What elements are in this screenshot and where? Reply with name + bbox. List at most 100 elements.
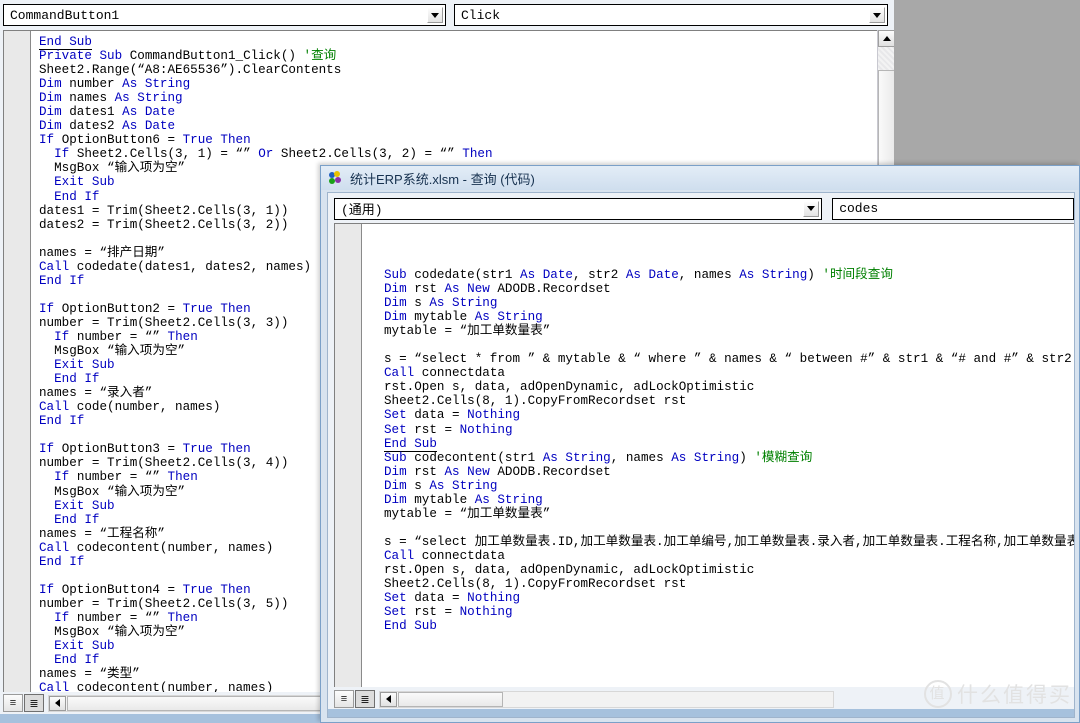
chevron-down-icon[interactable] xyxy=(869,7,885,23)
code-token: Call xyxy=(39,259,77,274)
code-token: If xyxy=(39,442,62,457)
watermark: 值 什么值得买 xyxy=(924,679,1072,709)
code-token: MsgBox “输入项为空” xyxy=(54,161,186,176)
code-line: If Sheet2.Cells(3, 1) = “” Or Sheet2.Cel… xyxy=(39,147,891,161)
code-token: OptionButton4 = xyxy=(61,582,183,597)
code-token: Set xyxy=(384,605,415,620)
code-token: OptionButton6 = xyxy=(61,133,183,148)
code-token: End If xyxy=(54,653,100,668)
front-object-combo[interactable]: (通用) xyxy=(334,197,823,220)
code-token: code(number, names) xyxy=(76,400,221,415)
full-module-view-icon[interactable]: ≣ xyxy=(24,694,44,712)
code-token: mytable xyxy=(414,492,475,507)
code-token: End Sub xyxy=(384,619,437,634)
code-token: Nothing xyxy=(467,408,521,423)
code-token: Dim xyxy=(39,91,70,106)
code-token: Sheet2.Cells(8, 1).CopyFromRecordset rst xyxy=(384,577,687,592)
margin-indicator-bar[interactable] xyxy=(335,224,362,687)
code-token: Or xyxy=(258,147,281,162)
query-code-window[interactable]: 统计ERP系统.xlsm - 查询 (代码) (通用) codes Sub co… xyxy=(320,165,1080,723)
h-scroll-thumb[interactable] xyxy=(398,691,503,707)
front-procedure-combo[interactable]: codes xyxy=(832,197,1074,220)
triangle-left-icon[interactable] xyxy=(380,691,397,707)
code-token: As String xyxy=(122,77,191,92)
code-token: Call xyxy=(39,540,77,555)
watermark-text: 什么值得买 xyxy=(957,683,1072,707)
front-window-body: (通用) codes Sub codedate(str1 As Date, st… xyxy=(327,192,1075,718)
code-token: True Then xyxy=(182,582,251,597)
code-token: Then xyxy=(462,147,493,162)
code-token: Dim xyxy=(384,478,415,493)
front-window-footer xyxy=(328,709,1074,717)
code-token: Sub xyxy=(384,268,415,282)
scroll-track-top[interactable] xyxy=(878,47,894,70)
code-token: Nothing xyxy=(467,591,521,606)
chevron-down-icon[interactable] xyxy=(427,7,443,23)
code-line: Set data = Nothing xyxy=(384,408,1074,422)
h-scroll-thumb[interactable] xyxy=(67,695,325,711)
code-token: rst.Open s, data, adOpenDynamic, adLockO… xyxy=(384,562,755,577)
code-line: Sheet2.Range(“A8:AE65536”).ClearContents xyxy=(39,63,891,77)
code-token: names xyxy=(69,91,115,106)
vba-module-icon xyxy=(329,170,344,186)
code-line: Private Sub CommandButton1_Click() '查询 xyxy=(39,49,891,63)
code-token: Dim xyxy=(384,464,415,479)
full-module-view-icon[interactable]: ≣ xyxy=(355,690,375,708)
code-token: As String xyxy=(542,450,611,465)
code-token: Call xyxy=(384,548,422,563)
code-token: End If xyxy=(39,554,85,569)
margin-indicator-bar[interactable] xyxy=(4,31,31,692)
code-token: End If xyxy=(54,512,100,527)
code-line: Dim dates2 As Date xyxy=(39,119,891,133)
code-token: connectdata xyxy=(421,366,505,381)
code-token: As Date xyxy=(520,268,573,282)
code-line: rst.Open s, data, adOpenDynamic, adLockO… xyxy=(384,380,1074,394)
code-token: number = “” xyxy=(76,610,168,625)
code-token: names = “工程名称” xyxy=(39,526,165,541)
code-token: number = Trim(Sheet2.Cells(3, 5)) xyxy=(39,596,289,611)
code-token: Sheet2.Cells(8, 1).CopyFromRecordset rst xyxy=(384,394,687,409)
code-token: s xyxy=(414,296,430,311)
code-line: Set rst = Nothing xyxy=(384,423,1074,437)
front-window-title: 统计ERP系统.xlsm - 查询 (代码) xyxy=(350,171,535,187)
code-token: OptionButton3 = xyxy=(61,442,183,457)
front-window-titlebar[interactable]: 统计ERP系统.xlsm - 查询 (代码) xyxy=(321,166,1079,190)
code-token: Call xyxy=(39,400,77,415)
procedure-view-icon[interactable]: ≡ xyxy=(3,694,23,712)
code-token: '查询 xyxy=(303,49,337,64)
code-token: Dim xyxy=(384,282,415,297)
code-token: Dim xyxy=(384,492,415,507)
triangle-up-icon[interactable] xyxy=(878,30,894,47)
code-token: End If xyxy=(39,273,85,288)
front-procedure-combo-value: codes xyxy=(839,201,879,216)
code-token: , str2 xyxy=(572,268,626,282)
code-token: ADODB.Recordset xyxy=(497,464,611,479)
front-horizontal-scrollbar[interactable] xyxy=(379,690,834,708)
front-window-combo-row: (通用) codes xyxy=(328,193,1074,221)
code-token: names = “排产日期” xyxy=(39,245,165,260)
code-token: s = “select 加工单数量表.ID,加工单数量表.加工单编号,加工单数量… xyxy=(384,534,1074,549)
code-token: Exit Sub xyxy=(54,175,115,190)
code-token: '时间段查询 xyxy=(822,268,893,282)
chevron-down-icon[interactable] xyxy=(803,200,820,217)
code-token: MsgBox “输入项为空” xyxy=(54,484,186,499)
code-token: Then xyxy=(167,470,198,485)
triangle-left-icon[interactable] xyxy=(49,695,66,711)
code-token: mytable = “加工单数量表” xyxy=(384,324,551,339)
code-token: True Then xyxy=(182,442,251,457)
code-token: dates1 xyxy=(69,105,123,120)
code-line: s = “select 加工单数量表.ID,加工单数量表.加工单编号,加工单数量… xyxy=(384,535,1074,549)
object-combo[interactable]: CommandButton1 xyxy=(3,4,446,26)
code-token: '模糊查询 xyxy=(754,450,813,465)
code-token: , names xyxy=(678,268,740,282)
procedure-view-icon[interactable]: ≡ xyxy=(334,690,354,708)
code-token: As New xyxy=(444,282,498,297)
code-editor-front[interactable]: Sub codedate(str1 As Date, str2 As Date,… xyxy=(362,224,1074,687)
code-token: CommandButton1_Click() xyxy=(129,49,304,64)
code-line: Set rst = Nothing xyxy=(384,605,1074,619)
procedure-combo[interactable]: Click xyxy=(454,4,888,26)
code-token: number xyxy=(69,77,123,92)
code-token: Dim xyxy=(39,119,70,134)
code-token: number = “” xyxy=(76,470,168,485)
